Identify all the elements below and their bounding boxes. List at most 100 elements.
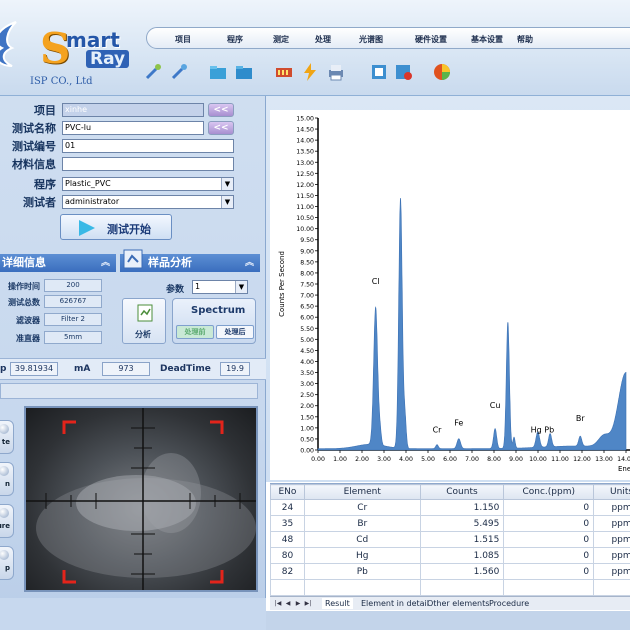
spectrum-chart[interactable]: 0.00 0.50 1.00 1.50 2.00 2.50 3.00 3.50 4.00 4.50… xyxy=(270,110,630,480)
deadtime-value: 19.9 xyxy=(220,362,250,376)
chevron-down-icon[interactable]: ▼ xyxy=(235,281,247,293)
y-tick-label: 12.00 xyxy=(296,182,314,189)
folder-icon[interactable] xyxy=(234,62,254,82)
image-icon[interactable] xyxy=(370,62,390,82)
menu-project[interactable]: 项目 xyxy=(175,34,191,45)
analyze-button[interactable]: 分析 xyxy=(122,298,166,344)
side-button-3-label: ure xyxy=(0,522,10,530)
cell-conc: 0 xyxy=(503,531,595,548)
col-header-element[interactable]: Element xyxy=(303,484,421,500)
spectrum-series xyxy=(317,197,627,451)
col-header-counts[interactable]: Counts xyxy=(419,484,505,500)
col-header-eno[interactable]: ENo xyxy=(270,484,305,500)
chevron-down-icon[interactable]: ▼ xyxy=(221,196,233,208)
y-tick-label: 8.00 xyxy=(300,270,314,277)
side-button-4[interactable]: p xyxy=(0,546,14,580)
program-label: 程序 xyxy=(34,178,56,191)
menu-help[interactable]: 帮助 xyxy=(517,34,533,45)
menu-process[interactable]: 处理 xyxy=(315,34,331,45)
collapse-icon[interactable]: ︽ xyxy=(245,254,254,272)
project-field[interactable]: xinhe xyxy=(62,103,204,117)
y-tick-label: 4.00 xyxy=(300,359,314,366)
tab-other-elements[interactable]: Other elements xyxy=(424,598,492,609)
program-select[interactable]: Plastic_PVC ▼ xyxy=(62,177,234,191)
cell-eno: 82 xyxy=(270,563,305,580)
col-header-conc[interactable]: Conc.(ppm) xyxy=(503,484,595,500)
tools-icon[interactable] xyxy=(144,62,164,82)
material-field[interactable] xyxy=(62,157,234,171)
detail-label-time: 操作时间 xyxy=(8,281,40,291)
after-processing-button[interactable]: 处理后 xyxy=(216,325,254,339)
chevron-down-icon[interactable]: ▼ xyxy=(221,178,233,190)
spectrum-group: Spectrum 处理前 处理后 xyxy=(172,298,256,344)
results-table: ENo Element Counts Conc.(ppm) Units 24 C… xyxy=(270,484,630,596)
peak-label: Hg Pb xyxy=(531,425,555,434)
cell-element: Cr xyxy=(303,499,421,516)
cell-conc: 0 xyxy=(503,499,595,516)
prev-sheet-icon[interactable]: ◀ xyxy=(284,599,292,608)
image-delete-icon[interactable] xyxy=(394,62,414,82)
next-sheet-icon[interactable]: ▶ xyxy=(294,599,302,608)
left-footer xyxy=(0,598,266,630)
program-select-value: Plastic_PVC xyxy=(65,179,111,188)
tab-procedure[interactable]: Procedure xyxy=(486,598,532,609)
table-row[interactable]: 35 Br 5.495 0 ppm xyxy=(270,515,630,532)
side-button-2-label: n xyxy=(5,480,10,488)
tab-result[interactable]: Result xyxy=(322,598,353,609)
param-select[interactable]: 1 ▼ xyxy=(192,280,248,294)
col-header-units[interactable]: Units xyxy=(593,484,630,500)
analyze-icon xyxy=(137,304,153,322)
peak-label: Cu xyxy=(490,401,501,410)
side-button-3[interactable]: ure xyxy=(0,504,14,538)
ma-value: 973 xyxy=(102,362,150,376)
table-row[interactable]: 24 Cr 1.150 0 ppm xyxy=(270,499,630,516)
y-tick-label: 3.00 xyxy=(300,381,314,388)
collapse-icon[interactable]: ︽ xyxy=(101,254,110,272)
menu-measure[interactable]: 测定 xyxy=(273,34,289,45)
table-row[interactable]: 48 Cd 1.515 0 ppm xyxy=(270,531,630,548)
cell-element: Cd xyxy=(303,531,421,548)
before-processing-button[interactable]: 处理前 xyxy=(176,325,214,339)
cell-eno: 24 xyxy=(270,499,305,516)
y-tick-label: 10.00 xyxy=(296,226,314,233)
side-button-2[interactable]: n xyxy=(0,462,14,496)
detail-value-time: 200 xyxy=(44,279,102,292)
details-header[interactable]: 详细信息 ︽ xyxy=(0,254,116,272)
start-test-button[interactable]: 测试开始 xyxy=(60,214,172,240)
sample-analysis-icon xyxy=(123,249,143,269)
last-sheet-icon[interactable]: ▶| xyxy=(304,599,312,608)
lightning-icon[interactable] xyxy=(300,62,320,82)
x-tick-label: 4.00 xyxy=(399,456,413,463)
menu-hardware-settings[interactable]: 硬件设置 xyxy=(415,34,447,45)
x-tick-label: 0.00 xyxy=(311,456,325,463)
project-pick-button[interactable]: << xyxy=(208,103,234,117)
first-sheet-icon[interactable]: |◀ xyxy=(274,599,282,608)
menu-basic-settings[interactable]: 基本设置 xyxy=(471,34,503,45)
battery-icon[interactable] xyxy=(274,62,294,82)
cell-conc: 0 xyxy=(503,563,595,580)
progress-bar xyxy=(0,383,258,399)
side-button-1[interactable]: te xyxy=(0,420,14,454)
camera-view[interactable] xyxy=(24,406,258,592)
pie-icon[interactable] xyxy=(432,62,452,82)
x-tick-label: 12.00 xyxy=(573,456,591,463)
tester-select[interactable]: administrator ▼ xyxy=(62,195,234,209)
y-tick-label: 13.00 xyxy=(296,160,314,167)
table-row[interactable]: 80 Hg 1.085 0 ppm xyxy=(270,547,630,564)
menu-program[interactable]: 程序 xyxy=(227,34,243,45)
tab-element-detail[interactable]: Element in detail xyxy=(358,598,432,609)
test-no-field[interactable]: 01 xyxy=(62,139,234,153)
menu-spectrum[interactable]: 光谱图 xyxy=(359,34,383,45)
test-name-pick-button[interactable]: << xyxy=(208,121,234,135)
table-row[interactable]: 82 Pb 1.560 0 ppm xyxy=(270,563,630,580)
test-name-field[interactable]: PVC-lu xyxy=(62,121,204,135)
folder-open-icon[interactable] xyxy=(208,62,228,82)
x-tick-label: 1.00 xyxy=(333,456,347,463)
x-tick-label: 5.00 xyxy=(421,456,435,463)
tools-alt-icon[interactable] xyxy=(170,62,190,82)
company-name: ISP CO., Ltd xyxy=(30,76,93,87)
detail-value-collimator: 5mm xyxy=(44,331,102,344)
sample-header[interactable]: 样品分析 ︽ xyxy=(120,249,260,272)
cell-units: ppm xyxy=(593,531,630,548)
printer-icon[interactable] xyxy=(326,62,346,82)
